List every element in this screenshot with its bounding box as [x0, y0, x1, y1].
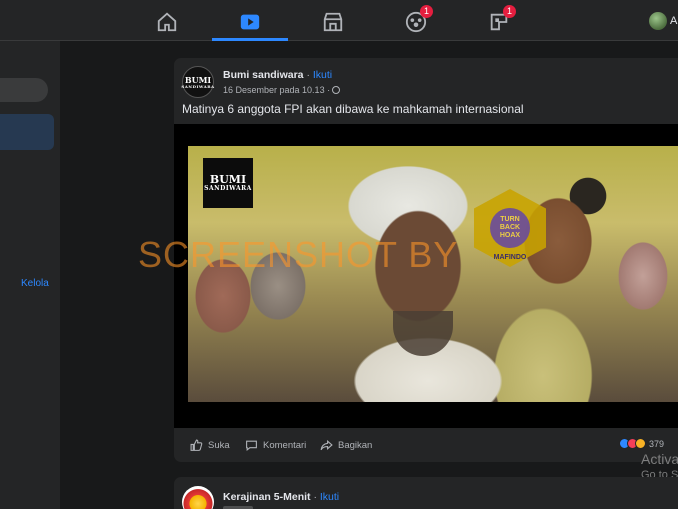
globe-icon	[332, 86, 341, 94]
post2-author-name[interactable]: Kerajinan 5-Menit	[223, 491, 311, 503]
video-logo-line1: BUMI	[209, 173, 247, 186]
screenshot-watermark: SCREENSHOT BY	[138, 234, 459, 275]
post-timestamp[interactable]: 16 Desember pada 10.13 ·	[223, 85, 341, 95]
post2-author-avatar[interactable]	[182, 486, 214, 509]
post2-follow-button[interactable]: Ikuti	[320, 491, 339, 503]
nav-home[interactable]	[152, 8, 182, 36]
post-date-text: 16 Desember pada 10.13 ·	[223, 85, 331, 95]
share-icon	[320, 439, 333, 450]
avatar-logo-text: BUMI	[184, 74, 212, 85]
manage-link[interactable]: Kelola	[21, 278, 49, 289]
reaction-count: 379	[649, 438, 665, 449]
share-label: Bagikan	[338, 439, 373, 451]
video-icon	[240, 14, 260, 30]
thumbs-up-icon	[190, 439, 203, 451]
sidebar-search-input[interactable]	[0, 78, 48, 102]
video-channel-logo: BUMI SANDIWARA	[203, 158, 253, 208]
haha-reaction-icon	[635, 438, 646, 449]
comment-button[interactable]: Komentari	[245, 436, 306, 454]
nav-watch[interactable]	[235, 8, 265, 36]
turnbackhoax-seal: TURN BACK HOAX	[490, 208, 530, 248]
nav-active-indicator	[212, 38, 288, 41]
share-button[interactable]: Bagikan	[320, 436, 372, 454]
avatar-logo-subtext: SANDIWARA	[181, 83, 215, 89]
author-separator: ·	[303, 69, 313, 81]
feed-post-2: Kerajinan 5-Menit · Ikuti	[174, 477, 678, 509]
comment-label: Komentari	[263, 439, 307, 451]
comment-icon	[246, 440, 257, 451]
post-text: Matinya 6 anggota FPI akan dibawa ke mah…	[182, 102, 524, 116]
post2-author-line: Kerajinan 5-Menit · Ikuti	[223, 491, 339, 503]
follow-button[interactable]: Ikuti	[313, 69, 332, 81]
video-logo-line2: SANDIWARA	[204, 185, 252, 192]
home-icon	[157, 12, 177, 32]
post-actions-bar: Suka Komentari Bagikan 379	[174, 432, 678, 458]
post-author-line: Bumi sandiwara · Ikuti	[223, 69, 332, 81]
post-author-avatar[interactable]: BUMI SANDIWARA	[181, 66, 215, 98]
sidebar-item-active[interactable]	[0, 114, 54, 150]
badge-line3: HOAX	[499, 232, 521, 239]
mafindo-label: MAFINDO	[493, 254, 527, 261]
gaming-badge: 1	[503, 5, 516, 18]
reaction-summary[interactable]: 379	[619, 438, 664, 449]
profile-name-initial[interactable]: A	[670, 15, 677, 27]
nav-marketplace[interactable]	[318, 8, 348, 36]
left-sidebar: Kelola	[0, 41, 60, 509]
post-author-name[interactable]: Bumi sandiwara	[223, 69, 304, 81]
nav-gaming[interactable]: 1	[484, 5, 516, 36]
store-icon	[323, 12, 343, 32]
video-player[interactable]: BUMI SANDIWARA TURN BACK HOAX MAFINDO	[174, 124, 678, 428]
nav-groups[interactable]: 1	[401, 5, 433, 36]
post2-author-separator: ·	[310, 491, 320, 503]
groups-badge: 1	[420, 5, 433, 18]
top-navigation-bar: 1 1 A	[0, 0, 678, 41]
profile-avatar[interactable]	[649, 12, 667, 30]
os-activation-overlay-title: Activa	[641, 451, 678, 467]
badge-line2: BACK	[499, 224, 521, 231]
like-label: Suka	[208, 439, 230, 451]
badge-line1: TURN	[500, 216, 520, 223]
like-button[interactable]: Suka	[190, 436, 230, 454]
